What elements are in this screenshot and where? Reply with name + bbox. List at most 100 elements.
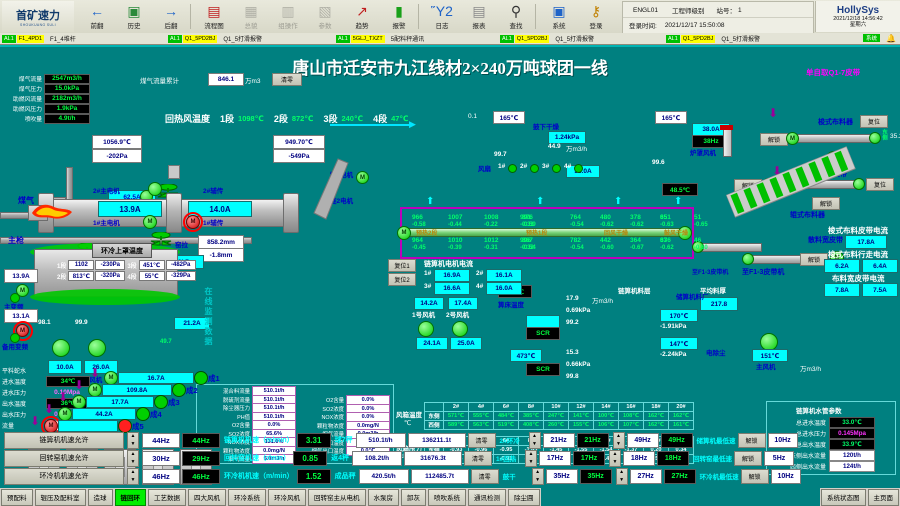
- control-clear-button[interactable]: 清零: [464, 451, 492, 466]
- spinner-down[interactable]: ▼: [617, 476, 627, 484]
- nav-button-7[interactable]: 环冷风机: [268, 489, 306, 506]
- water-line-motor[interactable]: M: [72, 395, 86, 409]
- control-mid-spinner[interactable]: ▲▼: [613, 432, 625, 449]
- grate-reset-2-button[interactable]: 复位2: [388, 273, 416, 286]
- water-line-motor[interactable]: M: [104, 371, 118, 385]
- nav-button-6[interactable]: 环冷系统: [228, 489, 266, 506]
- control-right-spinner[interactable]: ▲▼: [525, 450, 537, 467]
- blower-motor-1[interactable]: [418, 321, 434, 337]
- control-right-setpoint[interactable]: 35Hz: [546, 469, 578, 484]
- control-mid-spinner[interactable]: ▲▼: [616, 468, 628, 485]
- control-setpoint[interactable]: 44Hz: [142, 433, 180, 448]
- spinner-up[interactable]: ▲: [526, 451, 536, 459]
- spinner-down[interactable]: ▼: [526, 458, 536, 466]
- spinner-down[interactable]: ▼: [128, 476, 138, 484]
- spinner-down[interactable]: ▼: [128, 440, 138, 448]
- alarm-item[interactable]: AL1Q1_5PD2BJQ1_5打滑报警: [168, 33, 262, 44]
- nav-button-0[interactable]: 预配料: [1, 489, 33, 506]
- bell-icon[interactable]: 🔔: [886, 34, 896, 43]
- chain1-motor[interactable]: M: [356, 171, 369, 184]
- control-allow-button[interactable]: 链箅机机速允许: [4, 432, 124, 449]
- spinner-up[interactable]: ▲: [617, 469, 627, 477]
- spinner-down[interactable]: ▼: [530, 440, 540, 448]
- control-right-spinner[interactable]: ▲▼: [532, 468, 544, 485]
- control-mid-setpoint[interactable]: 27Hz: [630, 469, 662, 484]
- alarm-system-tag[interactable]: 系统: [863, 34, 880, 42]
- spinner-up[interactable]: ▲: [533, 469, 543, 477]
- nav-button-1[interactable]: 辊压及配料室: [35, 489, 86, 506]
- control-min-hz[interactable]: 5Hz: [764, 451, 794, 466]
- furnace-fan-led[interactable]: [508, 164, 517, 173]
- kiln-main-motor-1[interactable]: M: [143, 215, 157, 229]
- control-min-hz[interactable]: 10Hz: [771, 469, 801, 484]
- control-spinner[interactable]: ▲▼: [127, 450, 139, 467]
- spinner-up[interactable]: ▲: [614, 433, 624, 441]
- alarm-item[interactable]: AL15GLJ_TXZT5配料秤通讯: [336, 33, 424, 44]
- nav-button-4[interactable]: 工艺数据: [148, 489, 186, 506]
- nav-button-8[interactable]: 回转窑主从电机: [308, 489, 366, 506]
- control-mid-setpoint[interactable]: 49Hz: [627, 433, 659, 448]
- grate-drive-motor[interactable]: M: [397, 226, 411, 240]
- toolbar-button-日志[interactable]: Ὕ2日志: [423, 2, 461, 31]
- spinner-down[interactable]: ▼: [533, 476, 543, 484]
- control-right-setpoint[interactable]: 17Hz: [539, 451, 571, 466]
- spinner-up[interactable]: ▲: [530, 433, 540, 441]
- shuttle-belt-motor[interactable]: M: [786, 132, 799, 145]
- control-setpoint[interactable]: 46Hz: [142, 469, 180, 484]
- nav-button-9[interactable]: 水泵房: [368, 489, 400, 506]
- water-line-indicator[interactable]: [154, 395, 168, 409]
- spinner-down[interactable]: ▼: [128, 458, 138, 466]
- fan3-motor[interactable]: [88, 339, 106, 357]
- control-clear-button[interactable]: 清零: [471, 469, 499, 484]
- control-spinner[interactable]: ▲▼: [127, 432, 139, 449]
- control-clear-button[interactable]: 清零: [468, 433, 496, 448]
- control-right-setpoint[interactable]: 21Hz: [543, 433, 575, 448]
- spinner-up[interactable]: ▲: [610, 451, 620, 459]
- spinner-up[interactable]: ▲: [128, 469, 138, 477]
- toolbar-button-趋势[interactable]: ↗趋势: [343, 2, 381, 31]
- toolbar-button-登录[interactable]: ⚷登录: [577, 2, 615, 31]
- control-unlock-button[interactable]: 解锁: [734, 451, 762, 466]
- control-mid-setpoint[interactable]: 18Hz: [623, 451, 655, 466]
- control-allow-button[interactable]: 环冷机机速允许: [4, 468, 124, 485]
- nav-button-10[interactable]: 卸灰: [401, 489, 426, 506]
- fan2-motor[interactable]: [52, 339, 70, 357]
- control-setpoint[interactable]: 30Hz: [142, 451, 180, 466]
- toolbar-button-流程图[interactable]: ▤流程图: [195, 2, 233, 31]
- grate-reset-1-button[interactable]: 复位1: [388, 259, 416, 272]
- toolbar-button-报表[interactable]: ▤报表: [460, 2, 498, 31]
- nav-button-13[interactable]: 除尘㘣: [508, 489, 540, 506]
- control-right-spinner[interactable]: ▲▼: [529, 432, 541, 449]
- scatter-belt-roller[interactable]: [742, 253, 754, 265]
- control-unlock-button[interactable]: 解锁: [738, 433, 766, 448]
- blower-motor-2[interactable]: [452, 321, 468, 337]
- shuttle-unlock-button[interactable]: 解锁: [760, 133, 788, 146]
- toolbar-button-前翻[interactable]: ←前翻: [78, 2, 116, 31]
- furnace-fan-led[interactable]: [530, 164, 539, 173]
- water-line-motor[interactable]: M: [58, 407, 72, 421]
- toolbar-button-查找[interactable]: ⚲查找: [497, 2, 535, 31]
- spinner-up[interactable]: ▲: [128, 451, 138, 459]
- water-line-indicator[interactable]: [172, 383, 186, 397]
- kiln-main-motor-2[interactable]: [148, 182, 162, 196]
- control-unlock-button[interactable]: 解锁: [741, 469, 769, 484]
- furnace-fan-led[interactable]: [574, 164, 583, 173]
- spinner-up[interactable]: ▲: [128, 433, 138, 441]
- control-allow-button[interactable]: 回转窑机速允许: [4, 450, 124, 467]
- nav-right-button-1[interactable]: 主页面: [868, 489, 900, 506]
- nav-button-5[interactable]: 四大风机: [188, 489, 226, 506]
- furnace-fan-led[interactable]: [552, 164, 561, 173]
- control-mid-spinner[interactable]: ▲▼: [609, 450, 621, 467]
- wide-belt-roller[interactable]: [853, 178, 865, 190]
- shuttle-reset-button[interactable]: 复位: [860, 115, 888, 128]
- control-spinner[interactable]: ▲▼: [127, 468, 139, 485]
- toolbar-button-系统[interactable]: ▣系统: [540, 2, 578, 31]
- gas-total-clear-button[interactable]: 清零: [272, 73, 302, 86]
- control-min-hz[interactable]: 10Hz: [768, 433, 798, 448]
- nav-button-11[interactable]: 喷吹系统: [428, 489, 466, 506]
- alarm-item[interactable]: AL1Q1_5PD2BJQ1_5打滑报警: [500, 33, 594, 44]
- toolbar-button-报警[interactable]: ▮报警: [380, 2, 418, 31]
- nav-button-2[interactable]: 造球: [88, 489, 113, 506]
- alarm-item[interactable]: AL1Q1_5PD2BJQ1_5打滑报警: [666, 33, 760, 44]
- nav-button-12[interactable]: 通讯检测: [468, 489, 506, 506]
